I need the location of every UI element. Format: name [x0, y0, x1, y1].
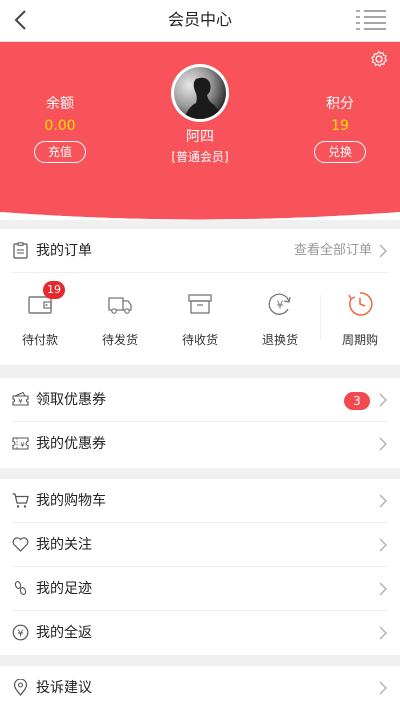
row-label: 领取优惠券 [36, 392, 106, 408]
chevron-right-icon [379, 244, 387, 258]
cart-icon [12, 493, 29, 508]
footprint-icon [14, 581, 27, 595]
order-status-row: 19 待付款 待发货 待收货 ¥ 退换货 周期购 [0, 273, 400, 361]
order-status-label: 周期购 [341, 333, 378, 347]
location-pin-icon [13, 679, 28, 696]
yuan-circle-icon: ¥ [12, 624, 29, 641]
order-pending-shipment[interactable]: 待发货 [90, 273, 150, 361]
list-menu-icon[interactable] [356, 9, 386, 31]
box-icon [188, 294, 212, 314]
menu-card: 我的购物车 我的关注 我的足迹 ¥ 我的全返 [0, 479, 400, 655]
yuan-refresh-icon: ¥ [268, 293, 291, 315]
coupon-count-badge: 3 [344, 392, 370, 410]
order-pending-payment[interactable]: 19 待付款 [10, 273, 70, 361]
coupon-receive-icon: ¥ [12, 391, 29, 406]
order-list-icon [13, 242, 28, 259]
chevron-right-icon [379, 582, 387, 596]
chevron-right-icon [379, 437, 387, 451]
truck-icon [108, 297, 132, 314]
recharge-button[interactable]: 充值 [34, 141, 86, 163]
balance-value: 0.00 [44, 118, 76, 134]
pending-payment-badge: 19 [43, 281, 65, 299]
feedback-row[interactable]: 投诉建议 [12, 666, 388, 710]
exchange-button[interactable]: 兑换 [314, 141, 366, 163]
view-all-orders-link[interactable]: 查看全部订单 [294, 229, 372, 273]
points-value: 19 [331, 118, 349, 134]
chevron-right-icon [379, 393, 387, 407]
heart-icon [12, 537, 29, 552]
points-label: 积分 [326, 96, 354, 112]
order-pending-receipt[interactable]: 待收货 [170, 273, 230, 361]
cart-row[interactable]: 我的购物车 [12, 479, 388, 523]
coupons-card: ¥ 领取优惠券 3 ¥ 我的优惠券 [0, 378, 400, 468]
chevron-right-icon [379, 538, 387, 552]
balance-label: 余额 [46, 96, 74, 112]
row-label: 我的优惠券 [36, 436, 106, 452]
settings-gear-icon[interactable] [370, 50, 388, 68]
page-title: 会员中心 [167, 10, 232, 29]
row-label: 我的关注 [36, 537, 92, 553]
username: 阿四 [186, 129, 214, 145]
order-status-label: 退换货 [261, 333, 298, 347]
follows-row[interactable]: 我的关注 [12, 523, 388, 567]
cashback-row[interactable]: ¥ 我的全返 [12, 611, 388, 655]
my-coupons-row[interactable]: ¥ 我的优惠券 [12, 422, 388, 466]
order-status-label: 待收货 [181, 333, 218, 347]
orders-title: 我的订单 [36, 243, 92, 259]
svg-text:¥: ¥ [18, 398, 23, 406]
order-returns[interactable]: ¥ 退换货 [250, 273, 310, 361]
row-label: 我的购物车 [36, 493, 106, 509]
svg-text:¥: ¥ [20, 441, 25, 449]
row-label: 我的足迹 [36, 581, 92, 597]
chevron-right-icon [379, 681, 387, 695]
chevron-right-icon [379, 626, 387, 640]
orders-card: 我的订单 查看全部订单 19 待付款 待发货 待收货 ¥ 退换货 周期购 [0, 229, 400, 365]
svg-text:¥: ¥ [17, 628, 23, 639]
chevron-right-icon [379, 494, 387, 508]
row-label: 我的全返 [36, 625, 92, 641]
coupon-icon: ¥ [12, 437, 29, 450]
feedback-card: 投诉建议 [0, 666, 400, 711]
receive-coupons-row[interactable]: ¥ 领取优惠券 3 [12, 378, 388, 422]
order-status-label: 待发货 [101, 333, 138, 347]
clock-icon [348, 292, 373, 316]
points-block: 积分 19 兑换 [295, 94, 385, 163]
footprints-row[interactable]: 我的足迹 [12, 567, 388, 611]
order-subscription[interactable]: 周期购 [330, 273, 390, 361]
svg-text:¥: ¥ [277, 299, 284, 312]
balance-block: 余额 0.00 充值 [15, 94, 105, 163]
orders-header[interactable]: 我的订单 查看全部订单 [12, 229, 388, 273]
order-row-divider [320, 295, 321, 339]
nav-bar: 会员中心 [0, 0, 400, 42]
member-level: [普通会员] [171, 150, 229, 164]
order-status-label: 待付款 [21, 333, 58, 347]
avatar[interactable] [171, 64, 229, 122]
avatar-image [174, 67, 226, 119]
row-label: 投诉建议 [36, 680, 92, 696]
profile-header: 余额 0.00 充值 阿四 [普通会员] 积分 19 兑换 [0, 42, 400, 220]
